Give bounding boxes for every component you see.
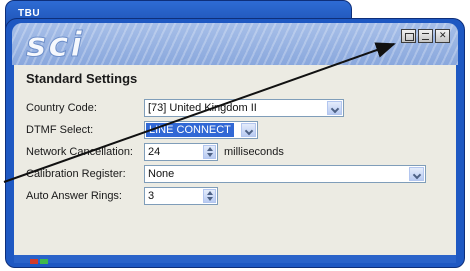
settings-panel: Standard Settings Country Code: [73] Uni… [14, 65, 456, 261]
green-led-icon [40, 259, 48, 264]
dtmf-select-row: DTMF Select: LINE CONNECT [26, 121, 356, 141]
header-band: sci [12, 23, 458, 66]
network-cancellation-row: Network Cancellation: 24 milliseconds [26, 143, 356, 163]
window-controls [401, 29, 450, 43]
auto-answer-rings-spinner[interactable]: 3 [144, 187, 218, 205]
bottom-bar [14, 255, 456, 263]
chevron-down-icon[interactable] [409, 167, 424, 181]
chevron-down-icon[interactable] [241, 123, 256, 137]
network-cancellation-unit: milliseconds [224, 146, 284, 158]
calibration-register-row: Calibration Register: None [26, 165, 446, 185]
sci-logo: sci [25, 25, 85, 66]
dtmf-select-label: DTMF Select: [26, 124, 94, 136]
calibration-register-value: None [148, 168, 175, 180]
auto-answer-rings-row: Auto Answer Rings: 3 [26, 187, 356, 207]
dtmf-select[interactable]: LINE CONNECT [144, 121, 258, 139]
calibration-register-select[interactable]: None [144, 165, 426, 183]
chevron-down-icon[interactable] [327, 101, 342, 115]
close-button[interactable] [435, 29, 450, 43]
country-code-select[interactable]: [73] United Kingdom II [144, 99, 344, 117]
red-led-icon [30, 259, 38, 264]
window-frame: sci Standard Settings Country Code: [73]… [5, 18, 465, 268]
auto-answer-rings-value: 3 [148, 190, 155, 202]
dtmf-select-value: LINE CONNECT [146, 123, 234, 137]
status-leds [30, 259, 48, 264]
country-code-value: [73] United Kingdom II [148, 102, 257, 114]
app-window: TBU sci Standard Settings Country Code: … [5, 0, 465, 268]
auto-answer-rings-label: Auto Answer Rings: [26, 190, 122, 202]
calibration-register-label: Calibration Register: [26, 168, 126, 180]
minimize-button[interactable] [418, 29, 433, 43]
section-title: Standard Settings [26, 71, 138, 86]
network-cancellation-spinner[interactable]: 24 [144, 143, 218, 161]
network-cancellation-value: 24 [148, 146, 161, 158]
network-cancellation-label: Network Cancellation: [26, 146, 133, 158]
restore-button[interactable] [401, 29, 416, 43]
country-code-label: Country Code: [26, 102, 97, 114]
spinner-icon[interactable] [203, 189, 216, 203]
country-code-row: Country Code: [73] United Kingdom II [26, 99, 356, 119]
spinner-icon[interactable] [203, 145, 216, 159]
